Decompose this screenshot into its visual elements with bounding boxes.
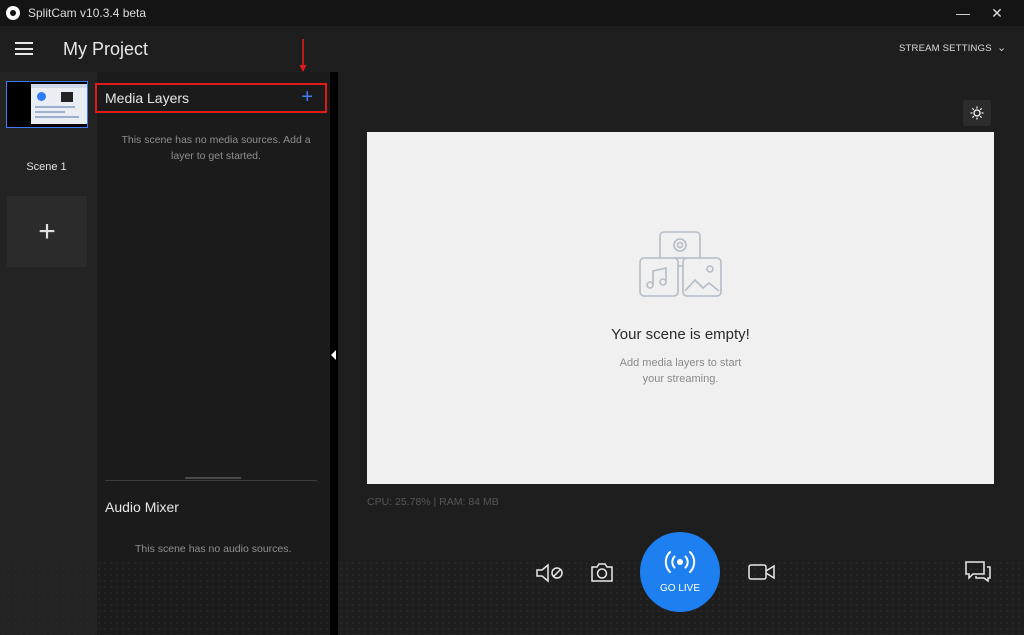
- empty-scene-subtitle-line: Add media layers to start: [619, 357, 742, 369]
- audio-mixer-title: Audio Mixer: [105, 499, 179, 515]
- hamburger-icon[interactable]: [15, 42, 33, 55]
- splitter-handle[interactable]: [185, 477, 241, 479]
- scenes-column: Scene 1 +: [0, 72, 97, 635]
- video-camera-icon[interactable]: [747, 562, 777, 582]
- scene-preview[interactable]: Your scene is empty! Add media layers to…: [367, 132, 994, 484]
- layers-panel: Media Layers + This scene has no media s…: [95, 72, 330, 635]
- media-layers-header: Media Layers +: [95, 83, 327, 113]
- divider: [105, 480, 317, 481]
- brightness-icon: [970, 106, 984, 120]
- close-button[interactable]: ✕: [982, 0, 1012, 26]
- project-title: My Project: [63, 39, 149, 59]
- empty-scene-title: Your scene is empty!: [611, 326, 750, 343]
- chat-icon[interactable]: [964, 559, 992, 583]
- title-bar: SplitCam v10.3.4 beta — ✕: [0, 0, 1024, 26]
- stream-settings-button[interactable]: STREAM SETTINGS: [899, 43, 992, 54]
- go-live-label: GO LIVE: [659, 583, 700, 594]
- scene-label[interactable]: Scene 1: [0, 161, 93, 173]
- app-logo-icon: [6, 6, 20, 20]
- brightness-button[interactable]: [963, 100, 991, 126]
- scene-thumbnail[interactable]: [6, 81, 88, 128]
- mic-muted-icon[interactable]: [535, 561, 565, 585]
- media-layers-empty-text: This scene has no media sources. Add a l…: [121, 134, 311, 162]
- window-title: SplitCam v10.3.4 beta: [28, 6, 147, 20]
- go-live-button[interactable]: GO LIVE: [640, 532, 720, 612]
- header: My Project STREAM SETTINGS ⌄: [0, 26, 1024, 72]
- media-placeholder-icon: [639, 231, 722, 297]
- collapse-arrow-icon: [331, 350, 336, 360]
- add-layer-button[interactable]: +: [301, 86, 313, 108]
- arrow-down-icon: [299, 39, 307, 72]
- performance-stats: CPU: 25.78% | RAM: 84 MB: [367, 496, 499, 508]
- add-scene-button[interactable]: +: [7, 196, 87, 267]
- stage: Your scene is empty! Add media layers to…: [338, 72, 1024, 635]
- minimize-button[interactable]: —: [948, 0, 978, 26]
- background-pattern: [0, 560, 330, 635]
- scene-thumbnail-preview: [31, 84, 87, 124]
- camera-icon[interactable]: [589, 560, 617, 584]
- collapse-panel-toggle[interactable]: [330, 72, 338, 635]
- media-layers-title: Media Layers: [105, 90, 190, 106]
- chevron-down-icon[interactable]: ⌄: [997, 41, 1006, 54]
- empty-scene-subtitle: Add media layers to start your streaming…: [367, 355, 994, 387]
- broadcast-icon: [664, 551, 696, 573]
- empty-scene-subtitle-line: your streaming.: [642, 373, 719, 385]
- audio-mixer-empty-text: This scene has no audio sources.: [135, 543, 292, 555]
